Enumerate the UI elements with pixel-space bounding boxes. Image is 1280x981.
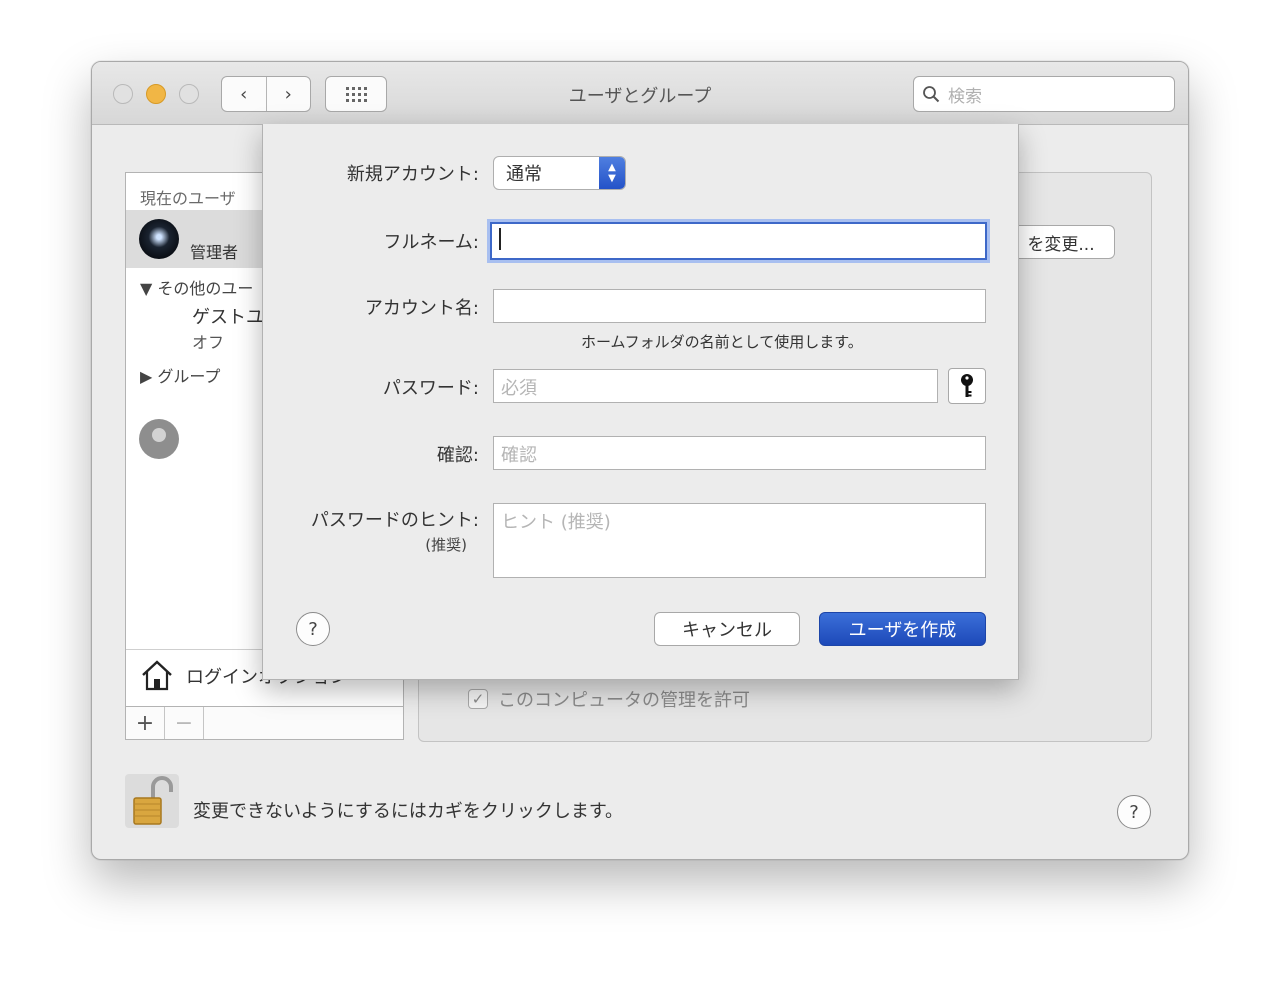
hint-placeholder: ヒント (推奨) [501, 512, 611, 533]
account-type-popup[interactable]: 通常 ▲ ▼ [493, 156, 626, 190]
account-name-field[interactable] [493, 289, 986, 323]
current-users-header: 現在のユーザ [140, 189, 236, 208]
house-icon [142, 660, 172, 691]
user-avatar [139, 219, 179, 259]
guest-user-status: オフ [192, 333, 225, 352]
groups-label: グループ [157, 367, 221, 386]
add-user-button[interactable]: + [126, 707, 165, 739]
verify-label: 確認: [436, 445, 479, 466]
other-users-label: その他のユー [157, 279, 254, 298]
allow-admin-checkbox[interactable]: ✓ このコンピュータの管理を許可 [468, 686, 750, 712]
new-account-sheet: 新規アカウント: 通常 ▲ ▼ フルネーム: アカウント名: ホームフォルダの名前… [262, 124, 1019, 680]
sheet-help-button[interactable]: ? [296, 612, 330, 646]
title-bar: ‹ › ユーザとグループ 検索 [92, 62, 1188, 125]
search-icon [923, 86, 940, 103]
full-name-label: フルネーム: [383, 232, 479, 253]
cancel-button[interactable]: キャンセル [654, 612, 800, 646]
account-name-label: アカウント名: [364, 298, 479, 319]
password-field[interactable]: 必須 [493, 369, 938, 403]
groups-disclosure[interactable]: ▶ グループ [140, 363, 220, 387]
remove-user-button[interactable]: − [165, 707, 204, 739]
key-icon [961, 374, 973, 397]
verify-field[interactable]: 確認 [493, 436, 986, 470]
help-icon: ? [308, 618, 318, 640]
account-name-note: ホームフォルダの名前として使用します。 [581, 333, 863, 351]
account-type-value: 通常 [506, 164, 542, 185]
create-user-button[interactable]: ユーザを作成 [819, 612, 986, 646]
checkmark-icon: ✓ [468, 689, 488, 709]
allow-admin-label: このコンピュータの管理を許可 [498, 690, 750, 711]
help-icon: ? [1129, 801, 1139, 823]
password-placeholder: 必須 [501, 378, 537, 399]
password-label: パスワード: [382, 378, 479, 399]
other-users-disclosure[interactable]: ▼ その他のユー [140, 275, 253, 299]
search-field[interactable]: 検索 [913, 76, 1175, 112]
lock-icon[interactable] [125, 774, 179, 828]
new-account-label: 新規アカウント: [346, 164, 479, 185]
popup-arrows-icon: ▲ ▼ [599, 157, 625, 189]
guest-user-name[interactable]: ゲストユ [192, 303, 264, 329]
hint-label: パスワードのヒント: [310, 510, 479, 531]
help-button[interactable]: ? [1117, 795, 1151, 829]
password-assistant-button[interactable] [948, 368, 986, 404]
change-password-button[interactable]: を変更... [1007, 225, 1115, 259]
hint-sublabel: (推奨) [425, 536, 467, 554]
search-placeholder: 検索 [948, 86, 982, 107]
hint-field[interactable]: ヒント (推奨) [493, 503, 986, 578]
verify-placeholder: 確認 [501, 445, 537, 466]
current-user-role: 管理者 [190, 243, 239, 262]
full-name-field[interactable] [490, 222, 987, 260]
text-caret [499, 228, 501, 250]
add-remove-bar: + − [125, 706, 404, 740]
guest-avatar [139, 419, 179, 459]
lock-message: 変更できないようにするにはカギをクリックします。 [193, 801, 624, 822]
